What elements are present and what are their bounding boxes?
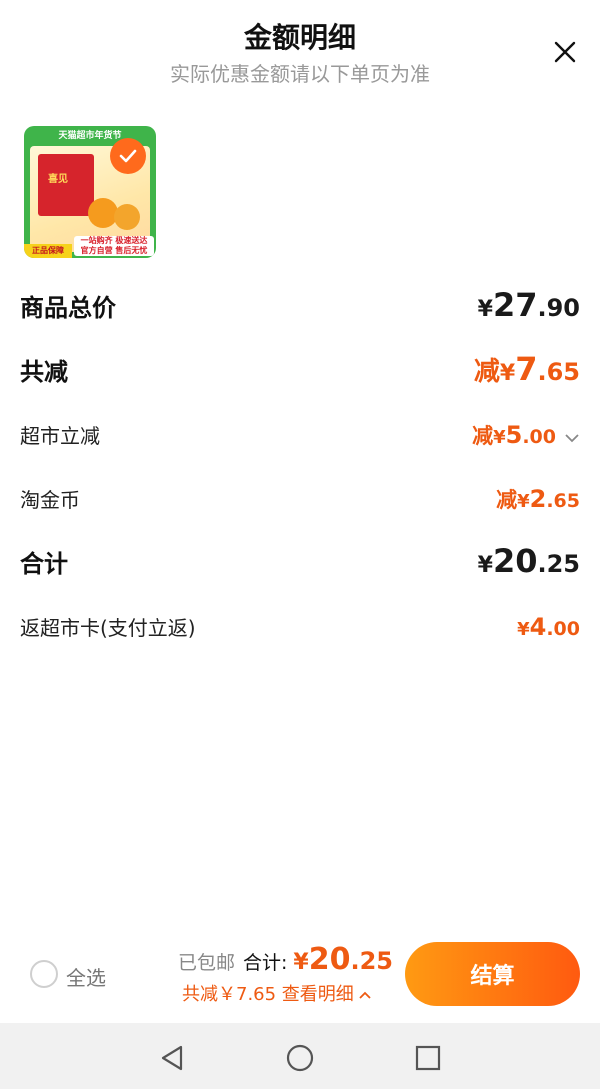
goods-total-row: 商品总价 ¥27.90 — [20, 286, 580, 324]
footer-total-label: 合计: — [243, 952, 288, 974]
footer-total: 已包邮 合计: ¥20.25 — [178, 942, 393, 977]
select-all-radio[interactable] — [30, 960, 58, 988]
checkout-button[interactable]: 结算 — [405, 942, 580, 1006]
footer-total-amount: ¥20.25 — [293, 942, 393, 977]
market-reduce-amount[interactable]: 减¥5.00 — [472, 420, 580, 450]
page-title: 金额明细 — [243, 21, 356, 54]
orange-icon — [114, 204, 140, 230]
total-reduce-amount: 减¥7.65 — [473, 350, 580, 388]
system-nav-bar — [0, 1023, 600, 1089]
thumb-tag-line1: 一站购齐 极速送达 — [80, 236, 148, 245]
thumb-gift-box: 喜见 — [38, 154, 94, 216]
goods-total-label: 商品总价 — [20, 294, 116, 322]
thumb-badge: 正品保障 — [24, 244, 72, 258]
thumb-box-text: 喜见 — [48, 174, 68, 185]
close-icon[interactable] — [551, 38, 579, 66]
page-subtitle: 实际优惠金额请以下单页为准 — [170, 62, 430, 86]
chevron-down-icon[interactable] — [564, 429, 580, 448]
sum-row: 合计 ¥20.25 — [20, 542, 580, 580]
total-reduce-row: 共减 减¥7.65 — [20, 350, 580, 388]
sum-label: 合计 — [20, 550, 68, 578]
chevron-up-icon[interactable] — [358, 984, 372, 1005]
goods-total-amount: ¥27.90 — [477, 286, 580, 324]
back-triangle-icon[interactable] — [157, 1043, 187, 1073]
card-return-label: 返超市卡(支付立返) — [20, 616, 196, 640]
thumb-tag-line2: 官方自营 售后无忧 — [80, 246, 148, 255]
header: 金额明细 实际优惠金额请以下单页为准 — [0, 0, 600, 100]
thumb-tag: 一站购齐 极速送达 官方自营 售后无忧 — [74, 236, 154, 256]
selected-check-icon[interactable] — [110, 138, 146, 174]
recents-square-icon[interactable] — [413, 1043, 443, 1073]
coin-label: 淘金币 — [20, 488, 80, 512]
card-return-row: 返超市卡(支付立返) ¥4.00 — [20, 612, 580, 641]
sum-amount: ¥20.25 — [477, 542, 580, 580]
home-circle-icon[interactable] — [285, 1043, 315, 1073]
checkout-bar: 全选 已包邮 合计: ¥20.25 共减￥7.65 查看明细 结算 — [0, 934, 600, 1020]
market-reduce-row[interactable]: 超市立减 减¥5.00 — [20, 420, 580, 450]
card-return-amount: ¥4.00 — [517, 613, 580, 641]
market-reduce-label: 超市立减 — [20, 424, 100, 448]
coin-row: 淘金币 减¥2.65 — [20, 484, 580, 514]
total-reduce-label: 共减 — [20, 358, 68, 386]
coin-amount: 减¥2.65 — [496, 485, 580, 513]
select-all-label[interactable]: 全选 — [66, 962, 106, 991]
view-detail-link[interactable]: 共减￥7.65 查看明细 — [182, 980, 372, 1006]
free-shipping-text: 已包邮 — [178, 952, 236, 974]
